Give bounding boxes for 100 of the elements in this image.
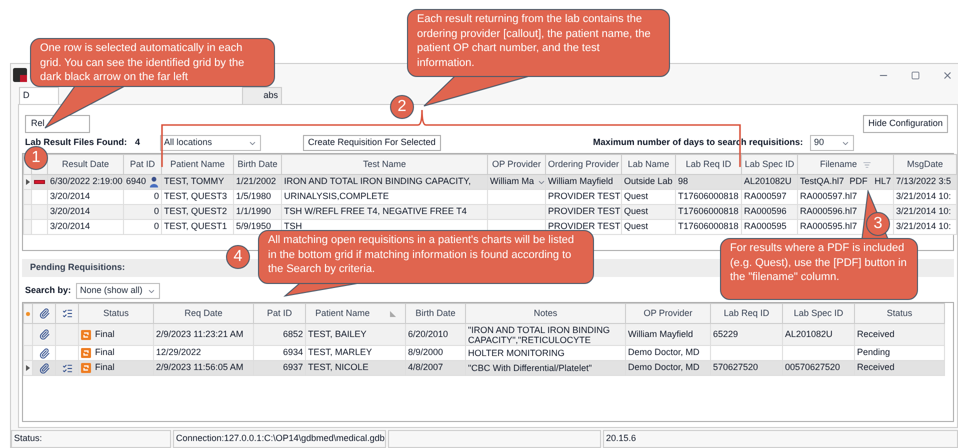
table-cell: 3/20/2014 (50, 190, 90, 204)
table-cell: T17606000818 (678, 206, 739, 218)
table-cell: IRON AND TOTAL IRON BINDING CAPACITY, (284, 176, 471, 188)
table-cell: 7/13/2022 3:5 (896, 176, 952, 188)
table-cell-text: William Mayfield (628, 328, 694, 341)
table-cell: William Ma (490, 176, 534, 188)
table-row[interactable]: 6/30/2022 2:19:00 6940 TEST, TOMMY 1/21/2002 IRON AND TOTAL IRON BINDING CAPACITY, William Ma William Mayfield Outside Lab 98 AL201082U TestQA.hl7 PDF HL7 7/13/2022 3:5 (24, 174, 956, 190)
hl7-button[interactable]: HL7 (874, 176, 891, 188)
files-found-count: 4 (135, 136, 140, 150)
table-cell: RA000596 (744, 206, 787, 218)
table-cell: T17606000818 (678, 190, 739, 204)
table-cell-text: TEST, BAILEY (308, 328, 367, 341)
table-cell: 1/5/1980 (236, 190, 272, 204)
paperclip-icon[interactable] (38, 329, 50, 340)
table-cell-text: TEST, MARLEY (308, 346, 372, 360)
table-row[interactable]: Final 12/29/2022 6934 TEST, MARLEY 8/9/2000 HOLTER MONITORING Demo Doctor, MD Pending (24, 346, 944, 360)
table-cell: RA000595.hl7 (800, 220, 858, 234)
checklist-icon[interactable] (62, 362, 72, 374)
table-cell: RA000596.hl7 (800, 206, 858, 218)
table-cell: Outside Lab (624, 176, 673, 188)
table-cell: 3/21/2014 10: (896, 206, 952, 218)
table-cell: HOLTER MONITORING (468, 348, 565, 358)
checklist-icon (62, 308, 72, 319)
table-cell: Quest (624, 190, 648, 204)
table-cell: PROVIDER TEST (548, 190, 620, 204)
table-cell-text: 6852 (282, 328, 303, 341)
close-icon (942, 70, 953, 80)
table-cell-text: 8/9/2000 (408, 346, 444, 360)
table-cell-text: 6934 (282, 346, 303, 360)
table-cell: 6940 (126, 176, 146, 188)
maximize-button[interactable] (910, 70, 921, 80)
status-icon (81, 330, 91, 340)
section-title: Pending Requisitions: (30, 261, 126, 274)
table-cell: TEST, QUEST3 (164, 190, 228, 204)
table-cell: T17606000818 (678, 220, 739, 234)
callout-bubble: For results where a PDF is included (e.g. Quest), use the [PDF] button in the "filename" column. (720, 238, 918, 300)
status-label: Status: (14, 432, 42, 446)
table-cell: 0 (154, 206, 159, 218)
table-row[interactable]: 3/20/2014 0 TEST, QUEST3 1/5/1980 URINALYSIS,COMPLETE PROVIDER TEST Quest T17606000818 RA000597 RA000597.hl7 3/21/2014 10: (24, 190, 956, 204)
table-cell-text: 570627520 (713, 361, 758, 374)
table-cell: TEST, QUEST2 (164, 206, 228, 218)
table-cell-text: Final (95, 361, 115, 374)
table-cell-text: 2/9/2023 11:56:05 AM (156, 361, 244, 374)
table-cell: 1/1/1990 (236, 206, 272, 218)
maximize-icon (911, 70, 920, 80)
column-header[interactable]: Test Name (362, 158, 406, 172)
paperclip-icon (38, 308, 50, 319)
dropdown-field[interactable]: 90 (810, 135, 854, 151)
table-cell: AL201082U (744, 176, 792, 188)
table-cell: RA000595 (744, 220, 787, 234)
version-text: 20.15.6 (606, 432, 636, 446)
table-cell-text: TEST, NICOLE (308, 361, 369, 374)
search-by-label: Search by: (25, 284, 72, 298)
table-cell: RA000597.hl7 (800, 190, 858, 204)
hide-configuration-button[interactable]: Hide Configuration (863, 115, 948, 133)
table-cell-text: Demo Doctor, MD (628, 361, 700, 374)
table-cell-text: 00570627520 (785, 361, 840, 374)
table-row[interactable]: Final 2/9/2023 11:23:21 AM 6852 TEST, BAILEY 6/20/2010 "IRON AND TOTAL IRON BINDING CAPACITY","RETICULOCYTE William Mayfield 65229 AL201082U Received (24, 324, 944, 346)
column-header[interactable]: Notes (534, 306, 558, 320)
table-cell-text: Final (95, 328, 115, 341)
table-cell: Quest (624, 206, 648, 218)
status-icon (81, 363, 91, 373)
table-cell-text: Received (857, 328, 895, 341)
table-cell: 3/21/2014 10: (896, 190, 952, 204)
table-cell: TEST, TOMMY (164, 176, 224, 188)
app-icon (13, 68, 27, 82)
paperclip-icon[interactable] (38, 362, 50, 374)
filter-icon[interactable] (863, 160, 871, 168)
dropdown-field[interactable]: None (show all) (76, 283, 160, 299)
tab[interactable]: abs (242, 87, 282, 104)
connection-text: Connection:127.0.0.1:C:\OP14\gdbmed\medical.gdb (176, 432, 385, 446)
table-cell: Quest (624, 220, 648, 234)
create-requisition-button[interactable]: Create Requisition For Selected (303, 135, 441, 151)
table-cell: TSH W/REFL FREE T4, NEGATIVE FREE T4 (284, 206, 467, 218)
table-cell: "CBC With Differential/Platelet" (468, 363, 592, 373)
row-pointer-icon (26, 365, 30, 371)
table-cell-text: 4/8/2007 (408, 361, 444, 374)
dropdown-field[interactable]: All locations (160, 135, 262, 151)
table-cell-text: 65229 (713, 328, 738, 341)
table-cell: 6/30/2022 2:19:00 (50, 176, 122, 188)
table-cell: PROVIDER TEST (548, 220, 620, 234)
table-cell: 98 (678, 176, 688, 188)
table-cell: TestQA.hl7 (800, 176, 844, 188)
row-pointer-icon (26, 179, 30, 185)
pdf-button[interactable]: PDF (849, 176, 868, 188)
tab[interactable]: D (19, 87, 59, 104)
table-cell: RA000597 (744, 190, 787, 204)
table-cell-text: Final (95, 346, 115, 360)
table-cell-text: 6/20/2010 (408, 328, 448, 341)
table-cell-text: "IRON AND TOTAL IRON BINDING CAPACITY","RETICULOCYTE (468, 324, 611, 344)
table-cell: PROVIDER TEST (548, 206, 620, 218)
table-cell-text: Demo Doctor, MD (628, 346, 700, 360)
table-row[interactable]: Final 2/9/2023 11:56:05 AM 6937 TEST, NICOLE 4/8/2007 "CBC With Differential/Platelet" Demo Doctor, MD 570627520 00570627520 Received (24, 360, 944, 376)
table-cell: 3/20/2014 (50, 220, 90, 234)
table-cell-text: 6937 (282, 361, 303, 374)
table-cell-text: AL201082U (785, 328, 833, 341)
table-cell: 3/21/2014 10: (896, 220, 952, 234)
table-cell: URINALYSIS,COMPLETE (284, 190, 389, 204)
status-icon (81, 348, 91, 358)
paperclip-icon[interactable] (38, 348, 50, 358)
